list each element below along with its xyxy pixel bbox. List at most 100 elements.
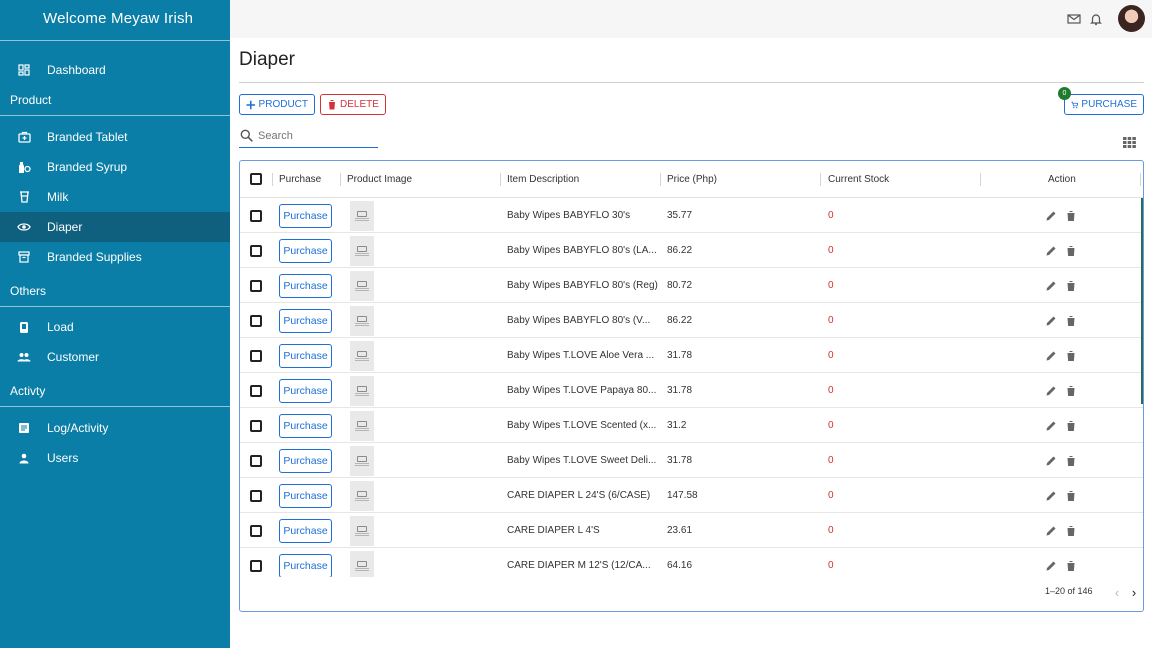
grid-view-icon[interactable] — [1123, 137, 1136, 148]
item-price: 31.78 — [667, 350, 693, 361]
row-checkbox[interactable] — [250, 559, 262, 572]
edit-icon[interactable] — [1045, 443, 1057, 478]
sidebar-item-diaper[interactable]: Diaper — [0, 212, 230, 242]
header-price[interactable]: Price (Php) — [667, 161, 717, 198]
row-purchase-button[interactable]: Purchase — [279, 203, 332, 228]
sidebar-item-load[interactable]: Load — [0, 312, 230, 342]
table-body: Purchase Baby Wipes BABYFLO 30's 35.77 0… — [240, 198, 1143, 577]
item-price: 147.58 — [667, 490, 698, 501]
sidebar-item-branded-supplies[interactable]: Branded Supplies — [0, 242, 230, 272]
table-row: Purchase Baby Wipes BABYFLO 80's (Reg) 8… — [240, 268, 1143, 303]
delete-icon[interactable] — [1066, 478, 1076, 513]
row-checkbox[interactable] — [250, 279, 262, 292]
edit-icon[interactable] — [1045, 513, 1057, 548]
sidebar-item-label: Users — [47, 451, 79, 465]
delete-icon[interactable] — [1066, 338, 1076, 373]
item-description: CARE DIAPER M 12'S (12/CA... — [507, 560, 651, 571]
row-checkbox[interactable] — [250, 384, 262, 397]
section-title-product: Product — [10, 93, 52, 107]
header-action[interactable]: Action — [1048, 161, 1076, 198]
section-title-activity: Activty — [10, 384, 46, 398]
edit-icon[interactable] — [1045, 268, 1057, 303]
mail-icon[interactable] — [1067, 12, 1081, 26]
table-row: Purchase CARE DIAPER L 4'S 23.61 0 — [240, 513, 1143, 548]
header-current-stock[interactable]: Current Stock — [828, 161, 889, 198]
edit-icon[interactable] — [1045, 548, 1057, 577]
column-separator — [340, 173, 341, 186]
purchase-cart-button[interactable]: 0 PURCHASE — [1058, 87, 1144, 115]
sidebar-item-users[interactable]: Users — [0, 443, 230, 473]
sidebar-item-branded-tablet[interactable]: Branded Tablet — [0, 122, 230, 152]
header-product-image[interactable]: Product Image — [347, 161, 412, 198]
sidebar-item-branded-syrup[interactable]: Branded Syrup — [0, 152, 230, 182]
row-checkbox[interactable] — [250, 314, 262, 327]
bell-icon[interactable] — [1089, 12, 1103, 26]
sidebar-item-label: Branded Syrup — [47, 160, 128, 174]
row-purchase-button[interactable]: Purchase — [279, 553, 332, 577]
edit-icon[interactable] — [1045, 373, 1057, 408]
edit-icon[interactable] — [1045, 408, 1057, 443]
item-price: 86.22 — [667, 245, 693, 256]
sidebar-item-label: Diaper — [47, 220, 83, 234]
delete-icon[interactable] — [1066, 233, 1076, 268]
row-purchase-button[interactable]: Purchase — [279, 483, 332, 508]
edit-icon[interactable] — [1045, 478, 1057, 513]
delete-icon[interactable] — [1066, 443, 1076, 478]
previous-page-icon[interactable]: ‹ — [1111, 585, 1123, 600]
delete-icon[interactable] — [1066, 513, 1076, 548]
row-checkbox[interactable] — [250, 419, 262, 432]
edit-icon[interactable] — [1045, 233, 1057, 268]
row-purchase-button[interactable]: Purchase — [279, 308, 332, 333]
select-all-checkbox[interactable] — [250, 173, 262, 185]
search-input[interactable] — [258, 128, 376, 144]
row-purchase-button[interactable]: Purchase — [279, 448, 332, 473]
table-row: Purchase Baby Wipes T.LOVE Aloe Vera ...… — [240, 338, 1143, 373]
row-purchase-button[interactable]: Purchase — [279, 238, 332, 263]
row-purchase-button[interactable]: Purchase — [279, 518, 332, 543]
sidebar-item-label: Dashboard — [47, 63, 106, 77]
edit-icon[interactable] — [1045, 198, 1057, 233]
item-stock: 0 — [828, 280, 834, 291]
row-purchase-button[interactable]: Purchase — [279, 343, 332, 368]
delete-icon[interactable] — [1066, 303, 1076, 338]
scrollbar[interactable] — [1141, 198, 1143, 404]
product-image-placeholder — [350, 270, 374, 301]
product-image-placeholder — [350, 550, 374, 577]
edit-icon[interactable] — [1045, 303, 1057, 338]
item-price: 86.22 — [667, 315, 693, 326]
row-checkbox[interactable] — [250, 244, 262, 257]
delete-icon[interactable] — [1066, 198, 1076, 233]
sidebar-item-log-activity[interactable]: Log/Activity — [0, 413, 230, 443]
row-purchase-button[interactable]: Purchase — [279, 413, 332, 438]
item-stock: 0 — [828, 455, 834, 466]
row-checkbox[interactable] — [250, 349, 262, 362]
search-box — [239, 126, 378, 148]
product-image-placeholder — [350, 200, 374, 231]
delete-button[interactable]: DELETE — [320, 94, 386, 115]
row-purchase-button[interactable]: Purchase — [279, 273, 332, 298]
row-checkbox[interactable] — [250, 454, 262, 467]
sidebar-item-customer[interactable]: Customer — [0, 342, 230, 372]
sidebar-item-label: Customer — [47, 350, 100, 364]
divider — [0, 40, 230, 41]
header-item-description[interactable]: Item Description — [507, 161, 579, 198]
archive-icon — [17, 250, 31, 264]
product-image-placeholder — [350, 410, 374, 441]
row-purchase-button[interactable]: Purchase — [279, 378, 332, 403]
add-product-button[interactable]: PRODUCT — [239, 94, 315, 115]
header-purchase[interactable]: Purchase — [279, 161, 321, 198]
sidebar-item-milk[interactable]: Milk — [0, 182, 230, 212]
divider — [0, 115, 230, 116]
delete-icon[interactable] — [1066, 268, 1076, 303]
delete-icon[interactable] — [1066, 373, 1076, 408]
item-stock: 0 — [828, 350, 834, 361]
row-checkbox[interactable] — [250, 209, 262, 222]
sidebar-item-dashboard[interactable]: Dashboard — [0, 55, 230, 85]
next-page-icon[interactable]: › — [1128, 585, 1140, 600]
edit-icon[interactable] — [1045, 338, 1057, 373]
row-checkbox[interactable] — [250, 489, 262, 502]
delete-icon[interactable] — [1066, 408, 1076, 443]
row-checkbox[interactable] — [250, 524, 262, 537]
avatar[interactable] — [1118, 5, 1145, 32]
delete-icon[interactable] — [1066, 548, 1076, 577]
